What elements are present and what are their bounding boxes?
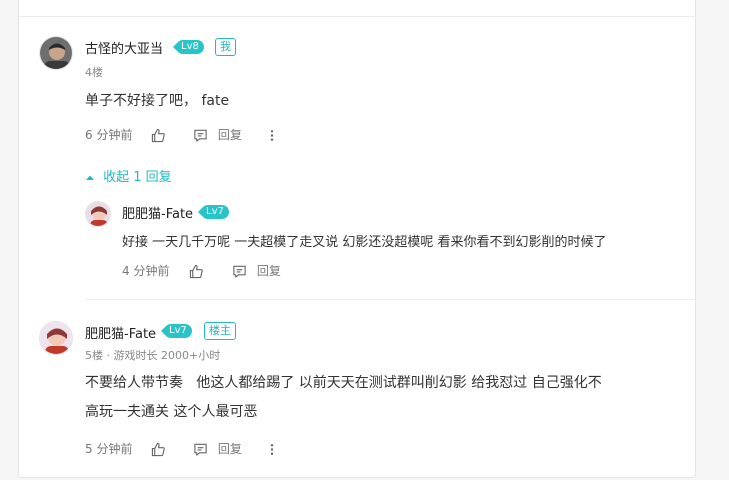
comment-content-line: 不要给人带节奏 他这人都给踢了 以前天天在测试群叫削幻影 给我怼过 自己强化不 (85, 375, 602, 391)
like-button[interactable] (189, 262, 204, 280)
comment-actions: 5 分钟前 回复 (85, 440, 305, 458)
more-button[interactable] (268, 440, 276, 458)
level-badge: Lv7 (198, 205, 229, 219)
avatar-image (40, 37, 72, 69)
timestamp: 5 分钟前 (85, 442, 133, 456)
reply-username[interactable]: 肥肥猫-Fate (122, 203, 193, 222)
reply-button[interactable]: 回复 (193, 126, 242, 144)
reply-actions: 4 分钟前 回复 (122, 262, 322, 280)
username[interactable]: 肥肥猫-Fate (85, 323, 156, 342)
more-button[interactable] (268, 126, 276, 144)
collapse-label: 收起 1 回复 (103, 170, 172, 185)
floor-number: 4楼 (85, 66, 103, 79)
divider (19, 16, 695, 17)
timestamp: 4 分钟前 (122, 264, 170, 278)
level-badge: Lv7 (161, 324, 192, 338)
avatar-image (40, 322, 72, 354)
comment-content-line: 高玩一夫通关 这个人最可恶 (85, 404, 258, 420)
thumbs-up-icon (151, 128, 165, 143)
reply-button[interactable]: 回复 (232, 262, 281, 280)
reply-content: 好接 一天几千万呢 一夫超模了走叉说 幻影还没超模呢 看来你看不到幻影削的时候了 (122, 235, 607, 250)
more-vertical-icon (270, 444, 274, 455)
divider (85, 299, 695, 300)
comment-icon (233, 265, 246, 278)
collapse-replies-button[interactable]: 收起 1 回复 (85, 166, 172, 185)
self-tag: 我 (215, 38, 236, 56)
avatar[interactable] (39, 321, 73, 355)
floor-info: 5楼 · 游戏时长 2000+小时 (85, 349, 221, 362)
more-vertical-icon (270, 130, 274, 141)
caret-up-icon (86, 175, 94, 180)
op-tag: 楼主 (204, 322, 236, 340)
avatar[interactable] (39, 36, 73, 70)
comment-actions: 6 分钟前 回复 (85, 126, 305, 144)
thumbs-up-icon (189, 264, 203, 279)
level-badge: Lv8 (173, 40, 204, 54)
thumbs-up-icon (151, 442, 165, 457)
avatar-image (86, 202, 110, 226)
reply-button[interactable]: 回复 (193, 440, 242, 458)
like-button[interactable] (151, 126, 166, 144)
timestamp: 6 分钟前 (85, 128, 133, 142)
comment-icon (194, 129, 207, 142)
comment-icon (194, 443, 207, 456)
reply-label: 回复 (217, 128, 242, 142)
reply-avatar[interactable] (85, 201, 111, 227)
comment-content: 单子不好接了吧， fate (85, 93, 230, 109)
reply-label: 回复 (256, 264, 281, 278)
comment-card: 古怪的大亚当 Lv8 我 4楼 单子不好接了吧， fate 6 分钟前 回复 收… (18, 0, 696, 478)
reply-label: 回复 (217, 442, 242, 456)
username[interactable]: 古怪的大亚当 (85, 38, 163, 57)
like-button[interactable] (151, 440, 166, 458)
